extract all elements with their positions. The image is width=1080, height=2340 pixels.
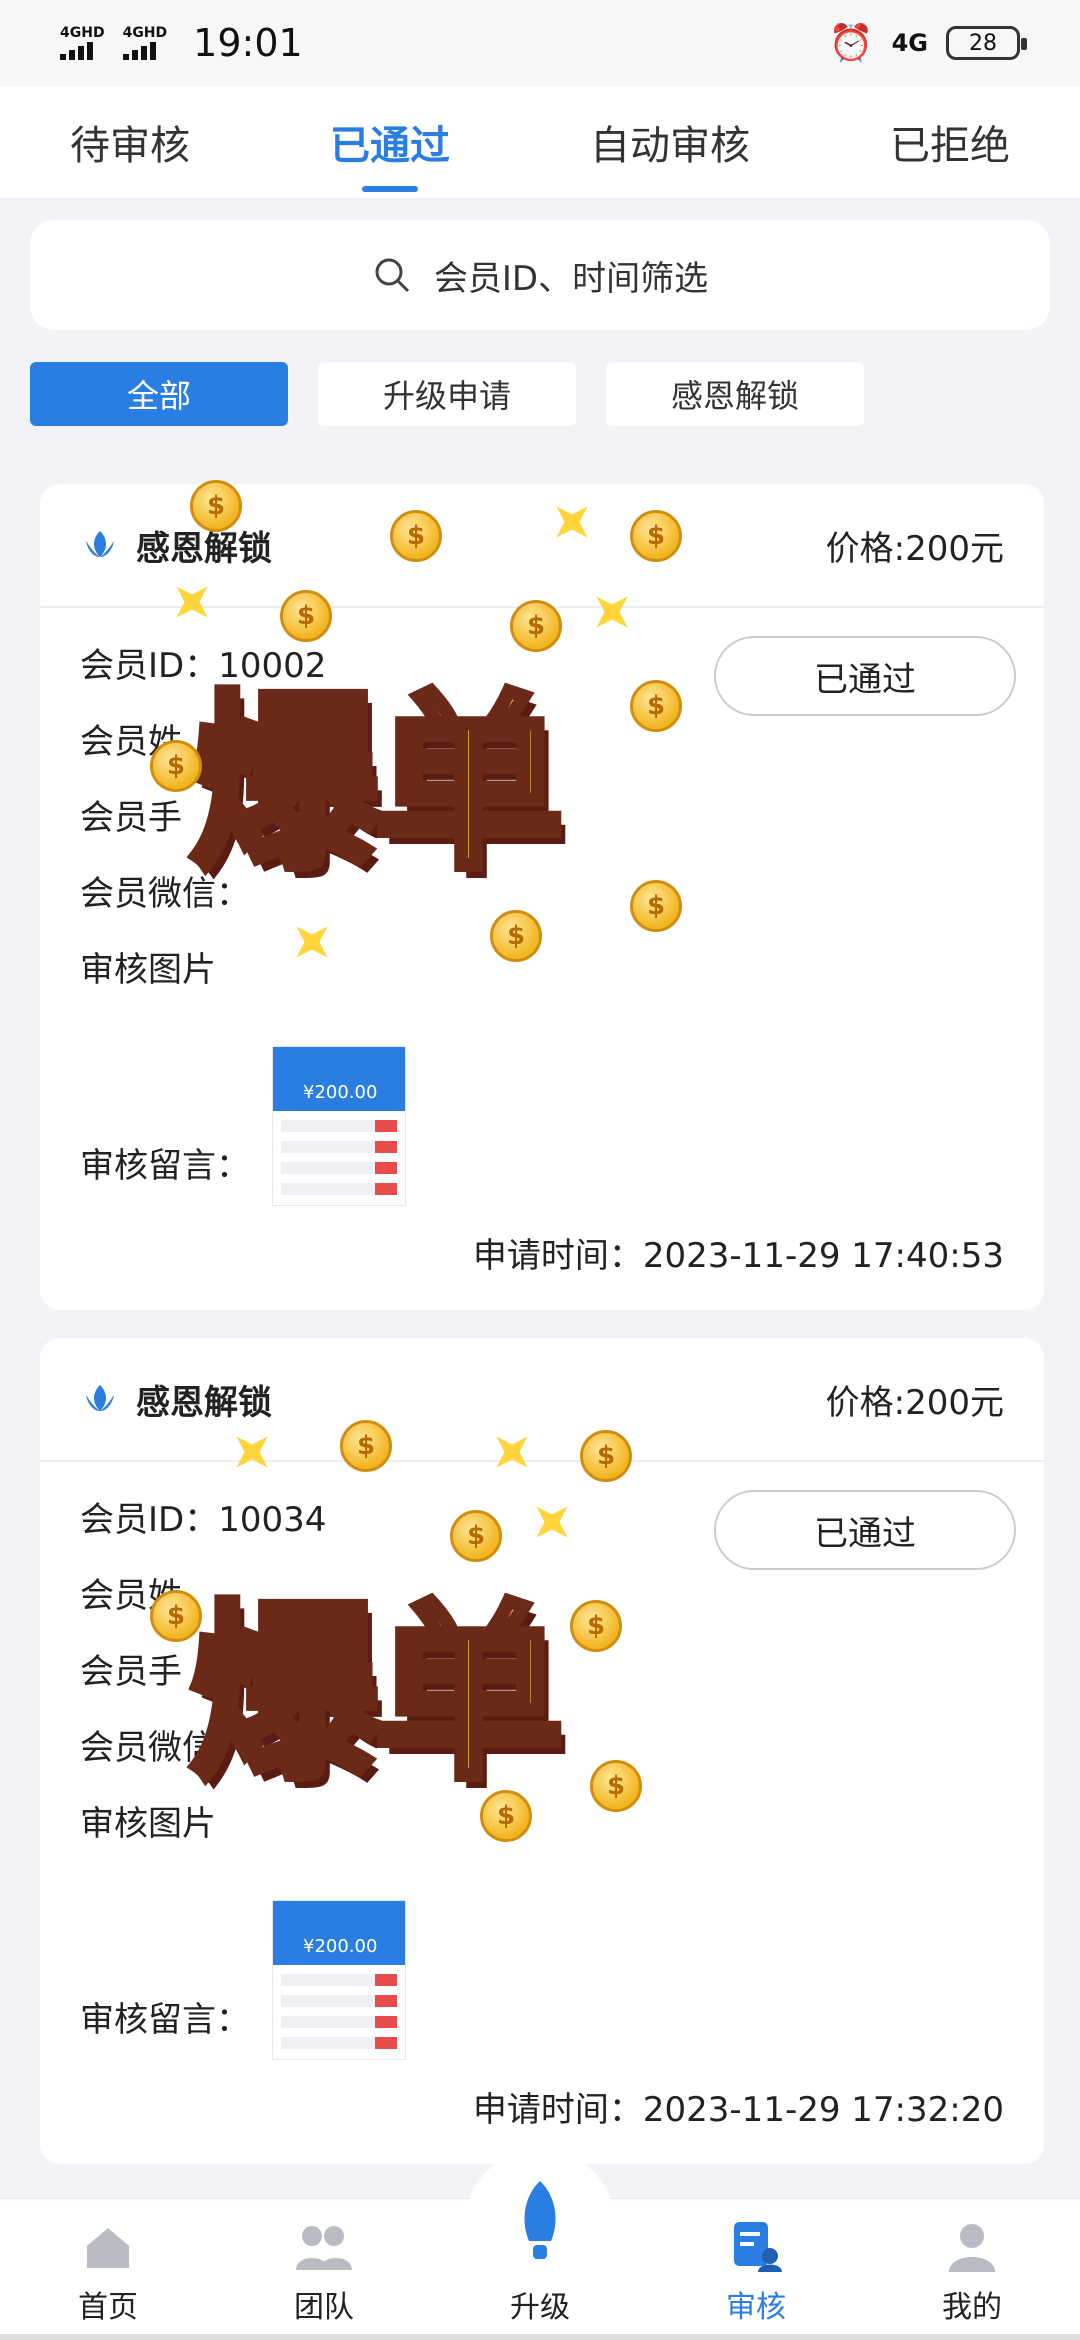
review-tabs: 待审核 已通过 自动审核 已拒绝 — [0, 86, 1080, 198]
coin-icon: $ — [570, 1600, 622, 1652]
sparkle-icon — [221, 1421, 283, 1483]
coin-icon: $ — [450, 1510, 502, 1562]
nav-upgrade[interactable]: 升级 — [465, 2150, 615, 2326]
sparkle-icon — [161, 571, 223, 633]
review-icon — [734, 2222, 782, 2272]
filter-unlock[interactable]: 感恩解锁 — [606, 362, 864, 426]
coin-icon: $ — [590, 1760, 642, 1812]
coin-icon: $ — [150, 740, 202, 792]
filter-all[interactable]: 全部 — [30, 362, 288, 426]
sparkle-icon — [541, 491, 603, 553]
search-icon — [375, 258, 409, 293]
nav-home-label: 首页 — [78, 2290, 138, 2325]
nav-review-label: 审核 — [726, 2290, 786, 2325]
profile-icon — [949, 2224, 995, 2272]
coin-icon: $ — [510, 600, 562, 652]
card-price: 价格:200元 — [825, 1382, 1004, 1423]
coin-icon: $ — [490, 910, 542, 962]
apply-time: 申请时间：2023-11-29 17:32:20 — [472, 2090, 1004, 2130]
status-time: 19:01 — [193, 21, 303, 65]
sparkle-icon — [581, 581, 643, 643]
card-price: 价格:200元 — [825, 528, 1004, 569]
nav-profile-label: 我的 — [942, 2290, 1002, 2325]
team-icon — [296, 2226, 352, 2270]
tab-auto-review[interactable]: 自动审核 — [580, 86, 760, 198]
review-note: 审核留言： — [80, 1146, 250, 1186]
network-label: 4G — [891, 29, 928, 57]
coin-icon: $ — [390, 510, 442, 562]
filter-upgrade[interactable]: 升级申请 — [318, 362, 576, 426]
tab-approved[interactable]: 已通过 — [320, 86, 460, 198]
rocket-icon — [524, 2181, 556, 2259]
tab-pending[interactable]: 待审核 — [60, 86, 200, 198]
signal-icon-2: 4GHD — [122, 26, 167, 60]
status-button[interactable]: 已通过 — [714, 636, 1016, 716]
coin-icon: $ — [580, 1430, 632, 1482]
coin-icon: $ — [340, 1420, 392, 1472]
burst-sticker: 爆单 $ $ $ $ $ $ $ $ $ — [150, 470, 710, 990]
thumb-amount: ¥200.00 — [273, 1047, 405, 1111]
apply-time: 申请时间：2023-11-29 17:40:53 — [472, 1236, 1004, 1276]
coin-icon: $ — [480, 1790, 532, 1842]
search-placeholder: 会员ID、时间筛选 — [433, 258, 709, 299]
home-indicator — [0, 2334, 1080, 2340]
status-bar: 4GHD 4GHD 19:01 ⏰ 4G 28 — [0, 0, 1080, 86]
coin-icon: $ — [630, 510, 682, 562]
status-button[interactable]: 已通过 — [714, 1490, 1016, 1570]
nav-review[interactable]: 审核 — [681, 2218, 831, 2326]
coin-icon: $ — [630, 680, 682, 732]
search-input[interactable]: 会员ID、时间筛选 — [30, 220, 1050, 330]
upgrade-fab[interactable] — [465, 2150, 615, 2294]
lotus-icon — [86, 531, 114, 557]
thumb-amount: ¥200.00 — [273, 1901, 405, 1965]
tab-rejected[interactable]: 已拒绝 — [880, 86, 1020, 198]
bottom-nav: 首页 团队 升级 审核 我的 — [0, 2150, 1080, 2340]
review-image[interactable]: ¥200.00 — [272, 1046, 406, 1206]
coin-icon: $ — [150, 1590, 202, 1642]
home-icon — [87, 2228, 129, 2268]
sparkle-icon — [281, 911, 343, 973]
coin-icon: $ — [630, 880, 682, 932]
review-note: 审核留言： — [80, 2000, 250, 2040]
alarm-icon: ⏰ — [828, 23, 874, 64]
burst-text: 爆单 — [186, 670, 568, 899]
signal-icon: 4GHD — [60, 26, 105, 60]
nav-profile[interactable]: 我的 — [897, 2220, 1047, 2326]
nav-team[interactable]: 团队 — [249, 2220, 399, 2326]
nav-home[interactable]: 首页 — [33, 2220, 183, 2326]
battery-icon: 28 — [946, 26, 1027, 60]
review-image[interactable]: ¥200.00 — [272, 1900, 406, 2060]
coin-icon: $ — [190, 480, 242, 532]
burst-text: 爆单 — [186, 1580, 568, 1809]
lotus-icon — [86, 1385, 114, 1411]
filter-chips: 全部 升级申请 感恩解锁 — [30, 362, 864, 426]
nav-team-label: 团队 — [294, 2290, 354, 2325]
coin-icon: $ — [280, 590, 332, 642]
sparkle-icon — [481, 1421, 543, 1483]
burst-sticker: 爆单 $ $ $ $ $ $ $ — [150, 1390, 710, 1870]
